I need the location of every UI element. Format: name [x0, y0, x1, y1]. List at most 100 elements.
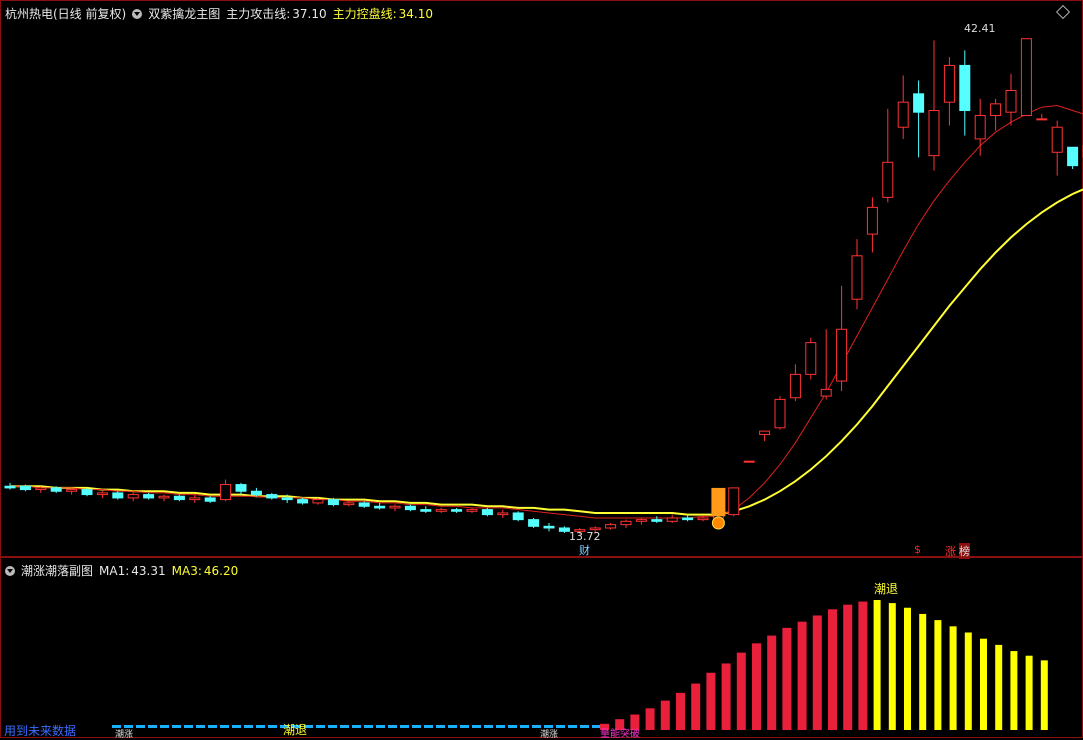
down-candle [4, 485, 16, 489]
up-candle [343, 502, 355, 506]
up-candle [759, 430, 771, 435]
up-candle [189, 497, 201, 501]
rise-bar [706, 672, 716, 730]
down-candle [420, 509, 432, 512]
control-line [10, 188, 1083, 516]
low-tide-bar [160, 725, 169, 728]
rise-bar [752, 643, 761, 730]
rise-bar [828, 609, 837, 730]
breakout-candle-glow [711, 487, 726, 517]
down-candle [959, 64, 971, 112]
rise-bar [812, 615, 822, 730]
low-tide-bar [184, 725, 193, 728]
rise-bar [676, 692, 685, 730]
up-candle [1051, 126, 1063, 153]
low-tide-bar [568, 725, 577, 728]
down-candle [112, 492, 124, 499]
fall-bar [980, 638, 987, 730]
up-candle [312, 499, 324, 504]
low-tide-bar [136, 725, 145, 728]
bang-marker[interactable]: 榜 [959, 543, 970, 559]
up-candle [928, 110, 940, 157]
down-candle [682, 517, 694, 521]
low-tide-bar [424, 725, 433, 728]
rise-bar [767, 635, 777, 730]
low-tide-bar [268, 725, 277, 728]
down-candle [327, 499, 339, 506]
up-candle [35, 487, 47, 491]
rise-bar [721, 663, 731, 730]
low-tide-bar [376, 725, 385, 728]
breakout-signal-icon [711, 516, 725, 530]
low-tide-bar [352, 725, 361, 728]
up-candle [990, 103, 1002, 117]
down-candle [143, 494, 155, 499]
up-candle [66, 489, 78, 492]
up-candle [728, 487, 740, 516]
down-candle [250, 490, 262, 496]
down-candle [558, 527, 570, 532]
down-candle [481, 509, 493, 516]
up-candle [851, 255, 863, 300]
low-tide-bar [208, 725, 217, 728]
low-tide-bar [148, 725, 157, 728]
fall-bar [995, 644, 1003, 730]
low-tide-bar [472, 725, 481, 728]
down-candle [173, 495, 185, 501]
down-candle [297, 499, 309, 504]
up-candle [882, 161, 894, 198]
up-candle [158, 495, 170, 499]
up-candle [820, 388, 832, 397]
down-candle [543, 525, 555, 529]
rise-bar [843, 604, 853, 730]
up-candle [789, 373, 801, 399]
down-candle [528, 519, 540, 527]
low-tide-bar [196, 725, 205, 728]
down-candle [358, 502, 370, 507]
cai-marker[interactable]: 财 [579, 542, 590, 558]
up-candle [974, 115, 986, 140]
low-tide-bar [412, 725, 421, 728]
fall-bar [888, 603, 896, 730]
down-candle [81, 489, 93, 496]
down-candle [913, 93, 925, 113]
down-candle [374, 505, 386, 509]
low-tide-bar [496, 725, 505, 728]
low-tide-bar [340, 725, 349, 728]
up-candle [866, 206, 878, 235]
dollar-marker[interactable]: $ [914, 543, 921, 556]
high-price-label: 42.41 [964, 22, 996, 35]
up-candle [605, 524, 617, 529]
down-candle [281, 497, 293, 501]
fall-bar [904, 607, 911, 730]
low-tide-bar [232, 725, 241, 728]
chaotui-label: 潮退 [874, 582, 899, 596]
fall-bar [949, 626, 957, 730]
up-candle [897, 101, 909, 128]
chaotui-low-label: 潮退 [283, 723, 308, 737]
down-candle [404, 505, 416, 511]
low-tide-bar [580, 725, 589, 728]
down-candle [235, 484, 247, 492]
up-candle [96, 492, 108, 496]
future-data-link[interactable]: 用到未来数据 [4, 722, 76, 739]
zhang-marker[interactable]: 涨 [945, 543, 956, 559]
up-candle [435, 509, 447, 512]
rise-bar [645, 708, 655, 730]
rise-bar [660, 700, 670, 730]
rise-bar [736, 652, 746, 730]
low-tide-bar [460, 725, 469, 728]
up-candle [497, 512, 509, 516]
down-candle [50, 487, 62, 492]
fall-bar [1040, 660, 1048, 730]
low-tide-bar [328, 725, 337, 728]
up-candle [1036, 118, 1048, 121]
low-tide-bar [364, 725, 373, 728]
up-candle [743, 460, 755, 463]
rise-bar [858, 601, 868, 730]
rise-tag-mid: 潮涨 [540, 730, 559, 740]
up-candle [1020, 38, 1032, 117]
rise-bar [782, 627, 792, 730]
low-tide-bar [220, 725, 229, 728]
chart-canvas [4, 38, 1083, 730]
